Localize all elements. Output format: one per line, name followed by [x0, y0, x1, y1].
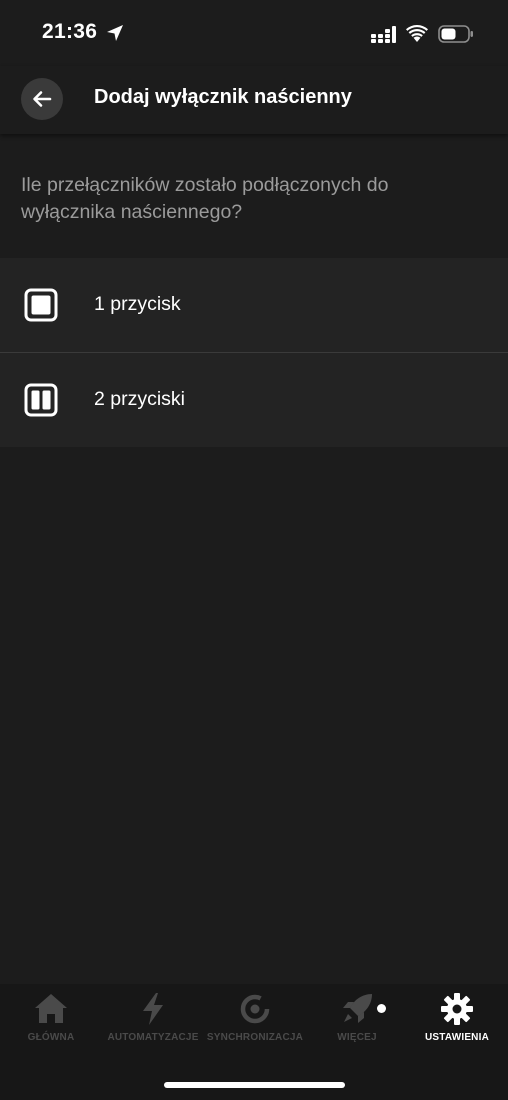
status-time: 21:36 [42, 20, 98, 43]
nav-item-sync[interactable]: SYNCHRONIZACJA [204, 984, 306, 1054]
option-label: 1 przycisk [94, 293, 181, 315]
nav-label: USTAWIENIA [424, 1032, 490, 1043]
status-bar: 21:36 [0, 0, 508, 66]
nav-label: WIĘCEJ [337, 1032, 377, 1043]
notification-dot [377, 1004, 386, 1013]
question-text: Ile przełączników zostało podłączonych d… [21, 174, 389, 223]
page-title: Dodaj wyłącznik naścienny [94, 86, 352, 108]
nav-item-home[interactable]: GŁÓWNA [0, 984, 102, 1054]
back-button[interactable] [21, 78, 63, 120]
option-one-button[interactable]: 1 przycisk [0, 258, 508, 353]
nav-item-settings[interactable]: USTAWIENIA [406, 984, 508, 1054]
arrow-left-icon [33, 91, 52, 107]
nav-label: GŁÓWNA [27, 1032, 75, 1043]
nav-item-more[interactable]: WIĘCEJ [306, 984, 408, 1054]
cellular-signal-icon [371, 26, 396, 43]
bottom-nav: GŁÓWNA AUTOMATYZACJE SYNCHRONIZACJA WIĘC… [0, 984, 508, 1100]
option-label: 2 przyciski [94, 388, 186, 410]
home-icon [35, 994, 67, 1023]
location-arrow-icon [107, 25, 123, 41]
rocket-icon [343, 994, 372, 1023]
battery-icon [438, 25, 473, 43]
sync-icon [240, 994, 270, 1024]
options-list: 1 przycisk 2 przyciski [0, 258, 508, 447]
nav-item-automations[interactable]: AUTOMATYZACJE [102, 984, 204, 1054]
double-button-icon [24, 383, 58, 417]
option-two-buttons[interactable]: 2 przyciski [0, 352, 508, 447]
single-button-icon [24, 288, 58, 322]
lightning-icon [143, 993, 163, 1025]
app-header: Dodaj wyłącznik naścienny [0, 66, 508, 134]
nav-label: SYNCHRONIZACJA [206, 1032, 304, 1043]
wifi-icon [406, 25, 428, 42]
home-indicator[interactable] [164, 1082, 345, 1088]
nav-label: AUTOMATYZACJE [107, 1032, 199, 1043]
gear-icon [441, 993, 473, 1025]
